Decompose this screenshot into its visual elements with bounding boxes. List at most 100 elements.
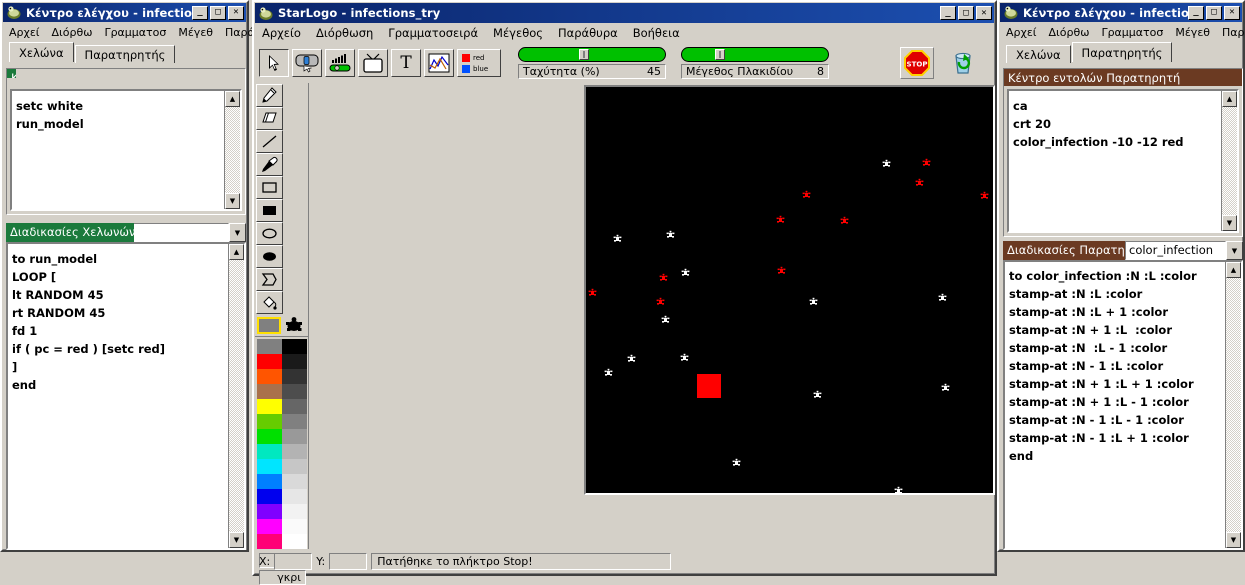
turtle-command-input-frame[interactable]: setc white run_model ▲ ▼ (10, 89, 242, 211)
palette-swatch[interactable] (257, 429, 282, 444)
line-icon[interactable] (256, 130, 283, 153)
observer-window-menubar[interactable]: Αρχεί Διόρθω Γραμματοσ Μέγεθ Παράθυ Βοήθ… (1000, 22, 1245, 42)
palette-swatch[interactable] (282, 339, 307, 354)
main-window-controls[interactable]: _ □ ✕ (940, 6, 992, 20)
menu-windows[interactable]: Παράθυρα (556, 25, 620, 41)
monitor-widget-tool[interactable] (358, 49, 388, 77)
observer-procedures-scrollbar[interactable]: ▲ ▼ (1225, 262, 1241, 548)
turtle-command-scrollbar[interactable]: ▲ ▼ (224, 91, 240, 209)
tab-turtle[interactable]: Χελώνα (1006, 45, 1071, 63)
menu-windows[interactable]: Παράθυ (1220, 25, 1245, 40)
scroll-up-button[interactable]: ▲ (225, 91, 240, 107)
observer-window-tabstrip[interactable]: Χελώνα Παρατηρητής (1000, 42, 1242, 63)
palette-swatch[interactable] (282, 534, 307, 549)
minimize-button[interactable]: _ (192, 5, 208, 20)
menu-help[interactable]: Βοήθεια (631, 25, 682, 41)
menu-size[interactable]: Μέγεθος (491, 25, 545, 41)
drawing-tool-palette[interactable]: 5 γκρι (255, 83, 309, 585)
palette-swatch[interactable] (257, 369, 282, 384)
arrow-select-tool[interactable] (259, 49, 289, 77)
tab-observer[interactable]: Παρατηρητής (74, 45, 176, 63)
chevron-down-icon[interactable]: ▼ (229, 223, 246, 242)
observer-command-scrollbar[interactable]: ▲ ▼ (1221, 91, 1237, 231)
rectangle-outline-icon[interactable] (256, 176, 283, 199)
maximize-button[interactable]: □ (210, 5, 226, 20)
menu-file[interactable]: Αρχείο (260, 25, 303, 41)
palette-swatch[interactable] (282, 399, 307, 414)
menu-font[interactable]: Γραμματοσ (1099, 25, 1165, 40)
close-button[interactable]: ✕ (228, 5, 244, 20)
turtle-procedures-editor-frame[interactable]: to run_model LOOP [ lt RANDOM 45 rt RAND… (6, 242, 246, 550)
observer-procedures-editor-frame[interactable]: to color_infection :N :L :color stamp-at… (1003, 260, 1243, 550)
scroll-track[interactable] (1222, 107, 1237, 215)
speed-slider-bar[interactable] (518, 47, 666, 62)
turtle-window-menubar[interactable]: Αρχεί Διόρθω Γραμματοσ Μέγεθ Παράθυ Βοήθ… (3, 22, 314, 42)
scroll-down-button[interactable]: ▼ (225, 193, 240, 209)
menu-size[interactable]: Μέγεθ (176, 25, 215, 40)
minimize-button[interactable]: _ (1188, 5, 1204, 20)
button-widget-tool[interactable] (292, 49, 322, 77)
recycle-reset-button[interactable] (948, 48, 978, 78)
palette-swatch[interactable] (282, 504, 307, 519)
palette-swatch[interactable] (257, 339, 282, 354)
patch-size-slider[interactable]: Μέγεθος Πλακιδίου 8 (681, 47, 829, 79)
palette-swatch[interactable] (257, 504, 282, 519)
eraser-icon[interactable] (256, 107, 283, 130)
scroll-up-button[interactable]: ▲ (1222, 91, 1237, 107)
world-canvas-frame[interactable] (584, 85, 995, 495)
scroll-track[interactable] (225, 107, 240, 193)
palette-swatch[interactable] (282, 459, 307, 474)
turtle-procedures-code[interactable]: to run_model LOOP [ lt RANDOM 45 rt RAND… (8, 244, 244, 548)
scroll-down-button[interactable]: ▼ (229, 532, 244, 548)
color-palette[interactable] (255, 336, 308, 549)
observer-control-center-window[interactable]: Κέντρο ελέγχου - infections... _ □ ✕ Αρχ… (997, 0, 1245, 552)
speed-slider[interactable]: Ταχύτητα (%) 45 (518, 47, 666, 79)
palette-swatch[interactable] (257, 444, 282, 459)
palette-swatch[interactable] (282, 384, 307, 399)
palette-swatch[interactable] (257, 354, 282, 369)
chevron-down-icon[interactable]: ▼ (1226, 241, 1243, 260)
maximize-button[interactable]: □ (958, 6, 974, 20)
minimize-button[interactable]: _ (940, 6, 956, 20)
palette-swatch[interactable] (282, 519, 307, 534)
observer-window-titlebar[interactable]: Κέντρο ελέγχου - infections... _ □ ✕ (1000, 3, 1242, 22)
text-widget-tool[interactable]: T (391, 49, 421, 77)
palette-swatch[interactable] (257, 489, 282, 504)
observer-procedures-code[interactable]: to color_infection :N :L :color stamp-at… (1005, 262, 1241, 548)
paint-bucket-icon[interactable] (256, 291, 283, 314)
turtle-procedures-scrollbar[interactable]: ▲ ▼ (228, 244, 244, 548)
ellipse-outline-icon[interactable] (256, 222, 283, 245)
palette-swatch[interactable] (282, 474, 307, 489)
rectangle-filled-icon[interactable] (256, 199, 283, 222)
turtle-control-center-window[interactable]: Κέντρο ελέγχου - infections... _ □ ✕ Αρχ… (0, 0, 314, 552)
menu-edit[interactable]: Διόρθω (50, 25, 95, 40)
palette-swatch[interactable] (282, 369, 307, 384)
menu-size[interactable]: Μέγεθ (1173, 25, 1212, 40)
tab-observer[interactable]: Παρατηρητής (1071, 42, 1173, 62)
world-canvas[interactable] (586, 87, 993, 493)
turtle-shape-icon[interactable] (284, 316, 304, 334)
observer-window-controls[interactable]: _ □ ✕ (1188, 5, 1240, 20)
plot-widget-tool[interactable] (424, 49, 454, 77)
polygon-icon[interactable] (256, 268, 283, 291)
eyedropper-icon[interactable] (256, 153, 283, 176)
menu-font[interactable]: Γραμματοσειρά (386, 25, 480, 41)
palette-swatch[interactable] (282, 429, 307, 444)
turtle-window-controls[interactable]: _ □ ✕ (192, 5, 244, 20)
palette-swatch[interactable] (257, 459, 282, 474)
current-color-swatch[interactable] (257, 316, 281, 334)
palette-swatch[interactable] (257, 519, 282, 534)
palette-swatch[interactable] (282, 489, 307, 504)
scroll-track[interactable] (229, 260, 244, 532)
observer-command-code[interactable]: ca crt 20 color_infection -10 -12 red (1009, 91, 1237, 231)
patch-size-slider-bar[interactable] (681, 47, 829, 62)
menu-font[interactable]: Γραμματοσ (102, 25, 168, 40)
scroll-down-button[interactable]: ▼ (1226, 532, 1241, 548)
observer-procedure-selector[interactable]: color_infection ▼ (1125, 241, 1243, 260)
palette-colors-column[interactable] (257, 339, 282, 549)
tab-turtle[interactable]: Χελώνα (9, 42, 74, 62)
maximize-button[interactable]: □ (1206, 5, 1222, 20)
slider-widget-tool[interactable] (325, 49, 355, 77)
turtle-window-tabstrip[interactable]: Χελώνα Παρατηρητής (3, 42, 246, 63)
palette-swatch[interactable] (257, 414, 282, 429)
